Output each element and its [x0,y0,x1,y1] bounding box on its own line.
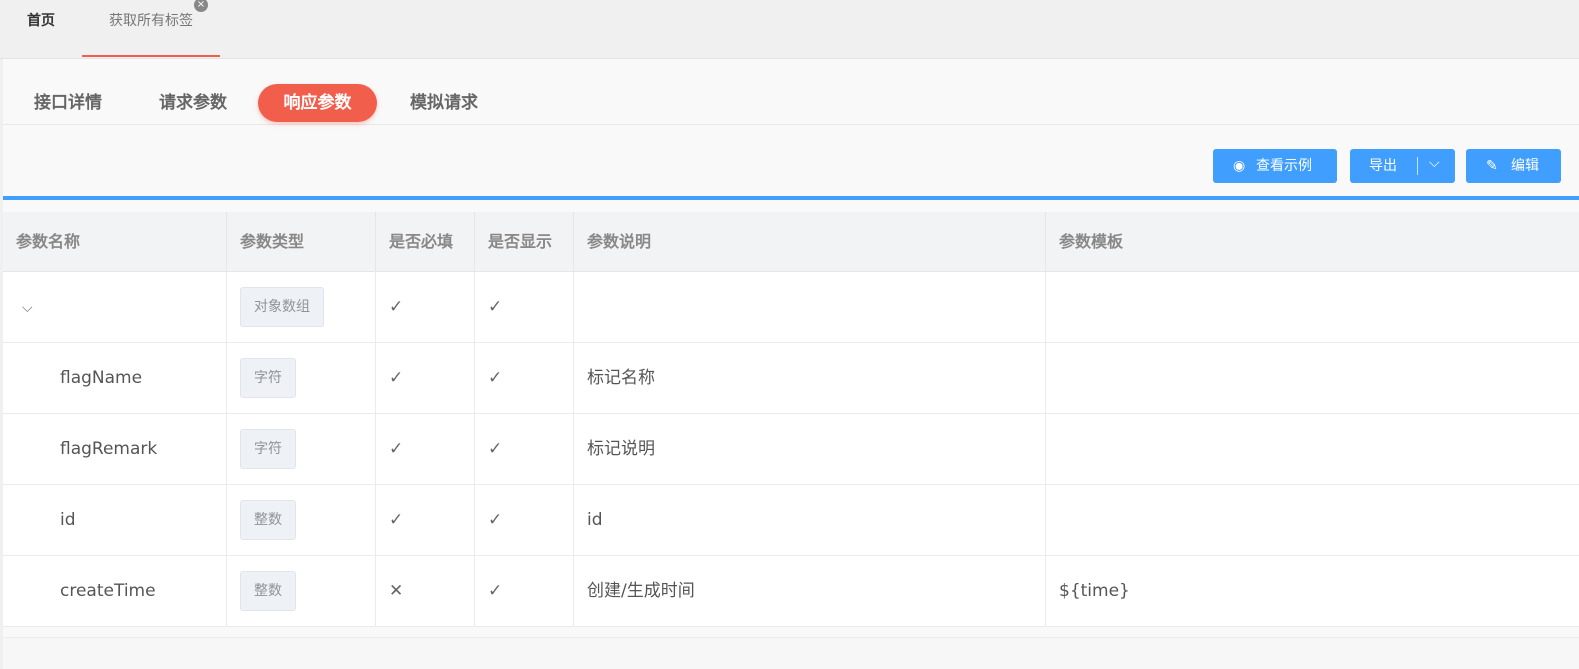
visible-cell: ✓ [475,414,574,484]
param-name-cell: ⌵ [3,272,227,342]
check-icon: ✓ [488,439,503,459]
required-cell: ✓ [376,272,475,342]
table-row: flagName 字符 ✓ ✓ 标记名称 [3,343,1579,414]
header-param-type: 参数类型 [227,212,376,271]
toolbar: ◉ 查看示例 导出 ⌵ ✎ 编辑 [3,125,1579,197]
cross-icon: ✕ [389,581,404,601]
header-visible: 是否显示 [475,212,574,271]
header-required: 是否必填 [376,212,475,271]
visible-cell: ✓ [475,272,574,342]
export-label: 导出 [1369,158,1397,174]
export-divider [1417,157,1418,175]
tab-request-params[interactable]: 请求参数 [138,84,248,122]
check-icon: ✓ [389,368,404,388]
view-example-label: 查看示例 [1256,158,1312,174]
param-name: id [3,485,227,555]
description-cell [574,272,1046,342]
check-icon: ✓ [488,297,503,317]
accent-divider [3,196,1579,200]
table-row: id 整数 ✓ ✓ id [3,485,1579,556]
description-cell: 标记名称 [574,343,1046,413]
visible-cell: ✓ [475,556,574,626]
tab-interface-detail[interactable]: 接口详情 [13,84,123,122]
edit-button[interactable]: ✎ 编辑 [1466,149,1561,183]
type-tag: 字符 [240,429,296,469]
required-cell: ✕ [376,556,475,626]
table-header: 参数名称 参数类型 是否必填 是否显示 参数说明 参数模板 [3,212,1579,272]
header-template: 参数模板 [1059,232,1124,251]
table-footer-area [3,637,1579,669]
tab-response-params[interactable]: 响应参数 [258,84,377,122]
check-icon: ✓ [488,368,503,388]
type-tag: 对象数组 [240,287,324,327]
eye-icon: ◉ [1233,158,1246,174]
type-tag: 整数 [240,500,296,540]
visible-cell: ✓ [475,485,574,555]
export-button[interactable]: 导出 ⌵ [1350,149,1455,183]
chevron-down-icon[interactable]: ⌵ [16,300,33,316]
check-icon: ✓ [389,297,404,317]
tab-mock-request[interactable]: 模拟请求 [389,84,499,122]
view-example-button[interactable]: ◉ 查看示例 [1213,149,1337,183]
description-cell: 标记说明 [574,414,1046,484]
check-icon: ✓ [488,581,503,601]
description-cell: id [574,485,1046,555]
required-cell: ✓ [376,414,475,484]
param-type-cell: 对象数组 [227,272,376,342]
param-name: flagName [3,343,227,413]
template-cell [1046,485,1579,555]
template-cell [1046,414,1579,484]
top-tab-bar: 首页 获取所有标签 × [0,0,1579,59]
check-icon: ✓ [389,439,404,459]
required-cell: ✓ [376,343,475,413]
sub-tab-bar: 接口详情 请求参数 响应参数 模拟请求 [3,59,1579,125]
required-cell: ✓ [376,485,475,555]
description-cell: 创建/生成时间 [574,556,1046,626]
param-type-cell: 整数 [227,556,376,626]
check-icon: ✓ [488,510,503,530]
param-type-cell: 字符 [227,343,376,413]
header-description: 参数说明 [574,212,1046,271]
param-name: flagRemark [3,414,227,484]
template-cell [1046,272,1579,342]
visible-cell: ✓ [475,343,574,413]
check-icon: ✓ [389,510,404,530]
tab-home[interactable]: 首页 [0,0,82,57]
table-row: ⌵ 对象数组 ✓ ✓ [3,272,1579,343]
edit-label: 编辑 [1511,158,1539,174]
template-cell [1046,343,1579,413]
template-cell: ${time} [1059,581,1130,601]
param-type-cell: 字符 [227,414,376,484]
table-row: flagRemark 字符 ✓ ✓ 标记说明 [3,414,1579,485]
table-row: createTime 整数 ✕ ✓ 创建/生成时间 ${time} [3,556,1579,627]
header-param-name: 参数名称 [3,212,227,271]
type-tag: 整数 [240,571,296,611]
main-content: 接口详情 请求参数 响应参数 模拟请求 ◉ 查看示例 导出 ⌵ ✎ 编辑 参数名… [3,59,1579,669]
chevron-down-icon[interactable]: ⌵ [1429,146,1440,180]
param-type-cell: 整数 [227,485,376,555]
param-name: createTime [3,556,227,626]
pencil-icon: ✎ [1486,158,1498,174]
response-params-table: 参数名称 参数类型 是否必填 是否显示 参数说明 参数模板 ⌵ 对象数组 ✓ ✓… [3,212,1579,627]
type-tag: 字符 [240,358,296,398]
